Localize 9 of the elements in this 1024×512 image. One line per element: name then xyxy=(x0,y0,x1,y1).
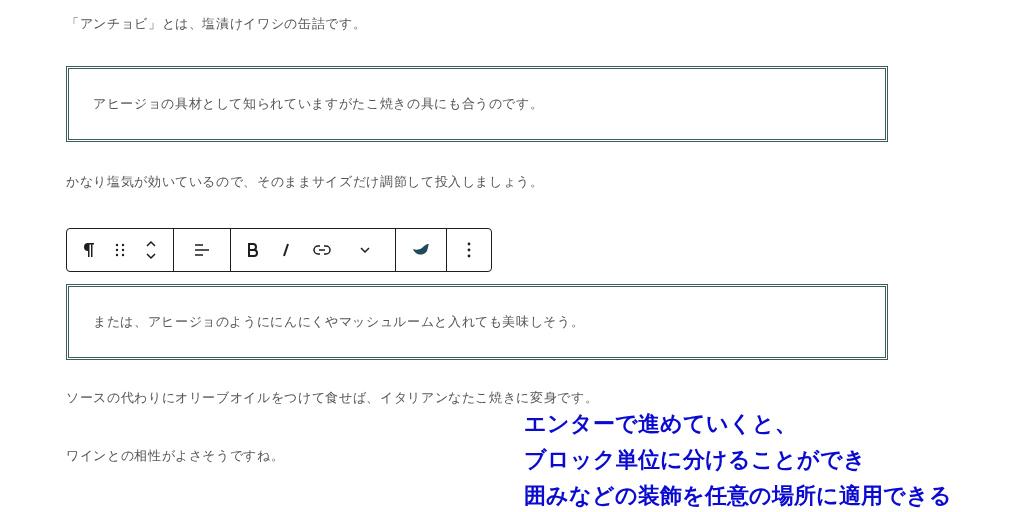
boxed-paragraph: または、アヒージョのようににんにくやマッシュルームと入れても美味しそう。 xyxy=(66,284,888,360)
boxed-paragraph: アヒージョの具材として知られていますがたこ焼きの具にも合うのです。 xyxy=(66,66,888,142)
paragraph: かなり塩気が効いているので、そのままサイズだけ調節して投入しましょう。 xyxy=(66,173,544,191)
paragraph: 「アンチョビ」とは、塩漬けイワシの缶詰です。 xyxy=(66,15,367,33)
paragraph: ソースの代わりにオリーブオイルをつけて食せば、イタリアンなたこ焼きに変身です。 xyxy=(66,389,599,407)
caption-text: ブロック単位に分けることができ xyxy=(524,449,867,471)
paragraph: ワインとの相性がよさそうですね。 xyxy=(66,447,285,465)
caption-text: エンターで進めていくと、 xyxy=(524,413,798,435)
caption-text: 囲みなどの装飾を任意の場所に適用できる xyxy=(524,485,952,507)
